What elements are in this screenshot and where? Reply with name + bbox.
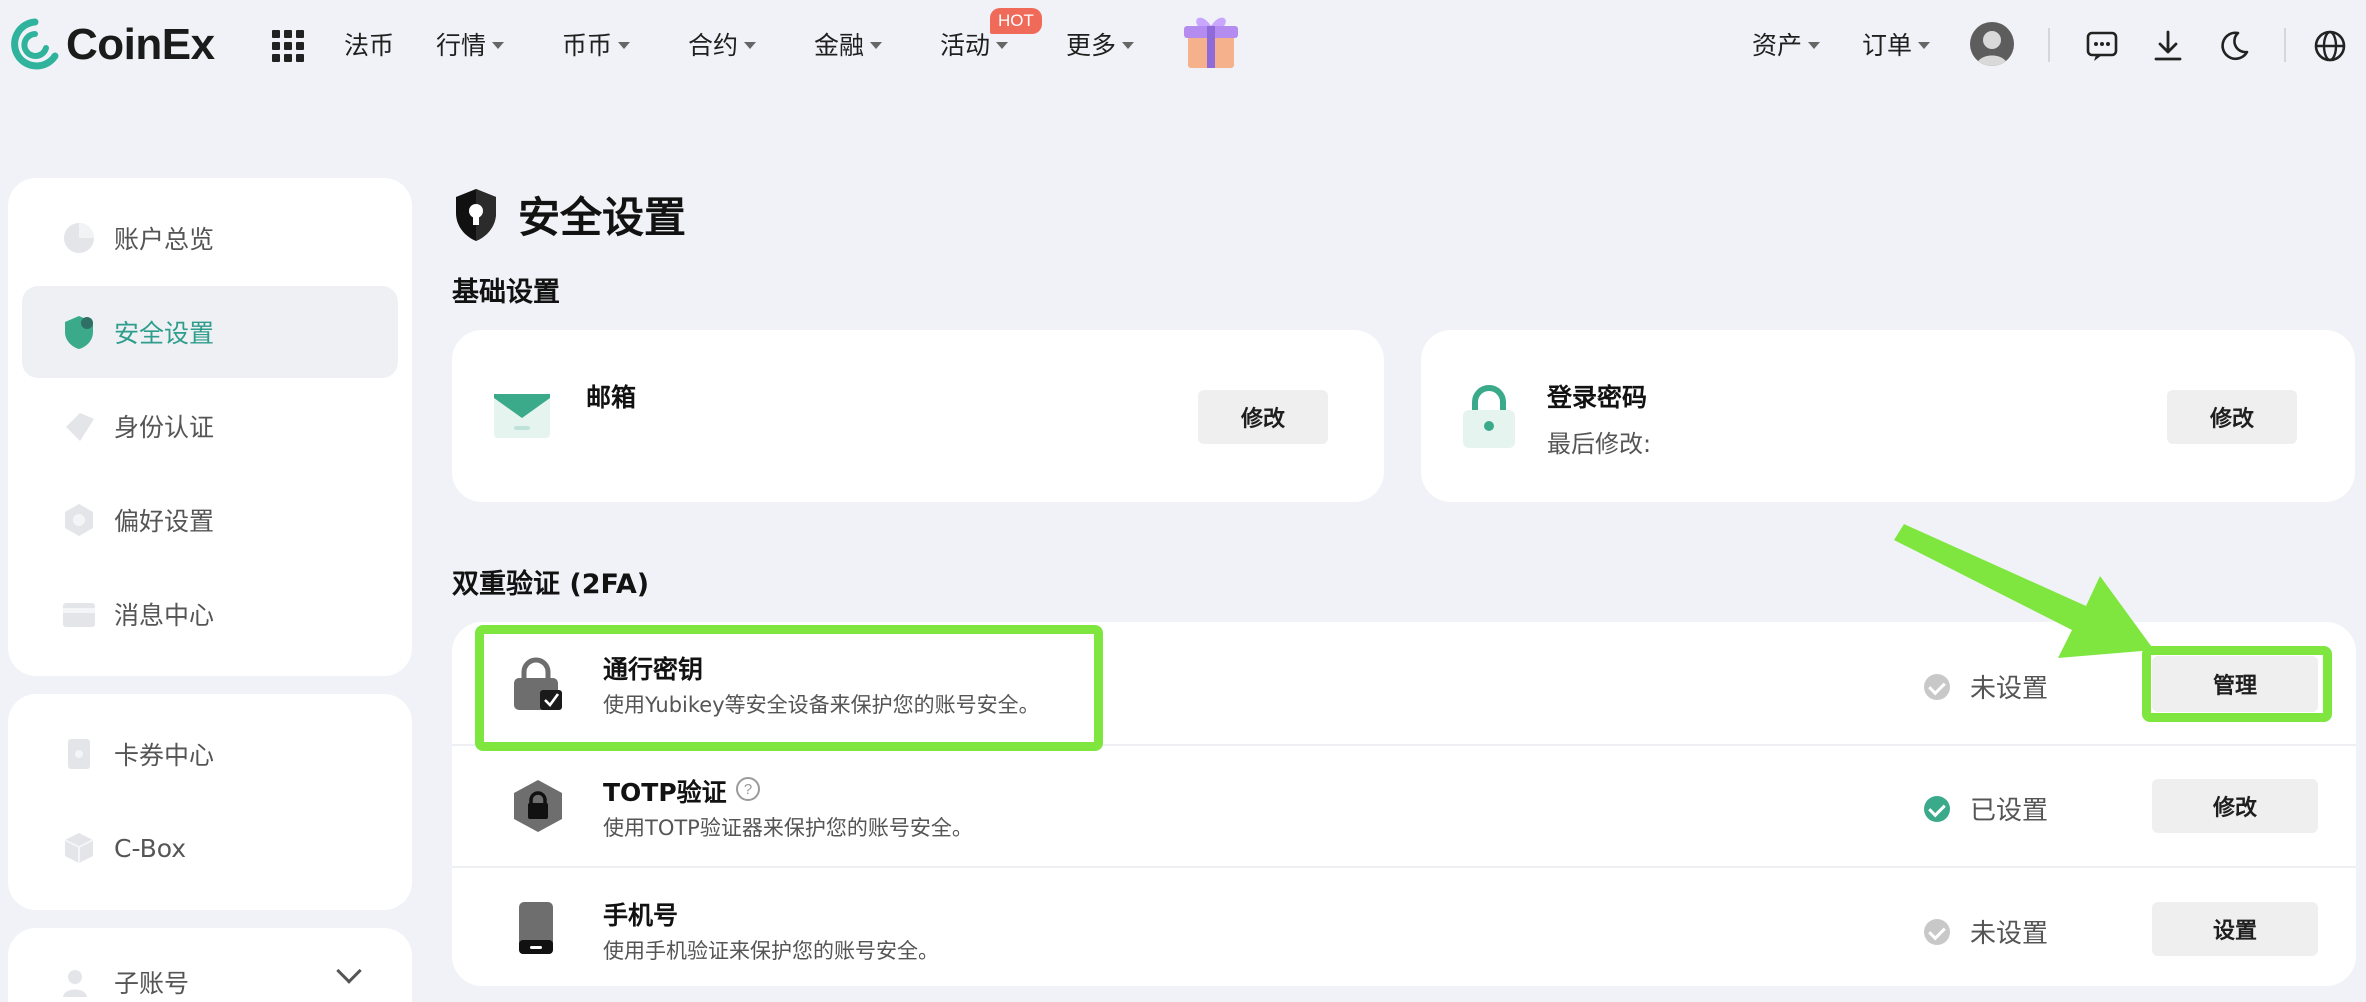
chevron-down-icon: [492, 42, 505, 49]
nav-divider: [2048, 28, 2050, 62]
chat-icon[interactable]: [2084, 28, 2120, 64]
user-avatar-icon: [1976, 31, 2008, 66]
page-title: 安全设置: [518, 193, 687, 242]
sidebar-item-overview[interactable]: 账户总览: [22, 192, 398, 284]
shield-lock-icon: [456, 188, 496, 241]
edit-totp-button[interactable]: 修改: [2152, 779, 2318, 833]
sidebar-item-preferences[interactable]: 偏好设置: [22, 474, 398, 566]
coinex-logo-icon: [11, 18, 59, 70]
totp-status: 已设置: [1924, 790, 2048, 827]
nav-fiat[interactable]: 法币: [344, 26, 394, 62]
sidebar-rewards-group: 卡券中心 C-Box: [8, 694, 412, 910]
coupon-icon: [68, 739, 90, 769]
chevron-down-icon: [870, 42, 883, 49]
sidebar-item-security[interactable]: 安全设置: [22, 286, 398, 378]
phone-description: 使用手机验证来保护您的账号安全。: [603, 939, 939, 963]
globe-icon[interactable]: [2312, 28, 2348, 64]
sidebar-item-identity[interactable]: 身份认证: [22, 380, 398, 472]
last-modified-label: 最后修改:: [1547, 430, 1652, 458]
message-card-icon: [63, 603, 95, 627]
sidebar-main-group: 账户总览 安全设置 身份认证 偏好设置 消息中心: [8, 178, 412, 676]
chevron-down-icon: [1122, 42, 1135, 49]
avatar[interactable]: [1970, 22, 2014, 66]
status-not-set-icon: [1924, 918, 1950, 945]
moon-icon[interactable]: [2216, 28, 2252, 64]
sub-account-icon: [63, 970, 87, 997]
chevron-down-icon[interactable]: [336, 958, 362, 984]
email-card: 邮箱 修改: [452, 330, 1384, 502]
sidebar-item-messages[interactable]: 消息中心: [22, 568, 398, 660]
brand-name: CoinEx: [66, 20, 215, 69]
login-password-label: 登录密码: [1547, 383, 1648, 412]
nav-futures[interactable]: 合约: [688, 26, 757, 62]
phone-title: 手机号: [603, 901, 679, 930]
set-phone-button[interactable]: 设置: [2152, 902, 2318, 956]
status-text: 未设置: [1970, 919, 2049, 949]
sidebar-item-coupons[interactable]: 卡券中心: [22, 708, 398, 800]
status-not-set-icon: [1924, 673, 1950, 700]
sidebar-item-label: 账户总览: [114, 225, 215, 254]
coinex-logo[interactable]: CoinEx: [10, 18, 215, 72]
status-text: 未设置: [1970, 674, 2049, 704]
sidebar-item-label: 偏好设置: [114, 507, 215, 536]
edit-email-button[interactable]: 修改: [1198, 390, 1328, 444]
nav-finance[interactable]: 金融: [814, 26, 883, 62]
nav-more[interactable]: 更多: [1066, 26, 1135, 62]
download-icon[interactable]: [2150, 28, 2186, 64]
login-password-card: 登录密码 最后修改: 修改: [1421, 330, 2355, 502]
pie-chart-icon: [64, 223, 94, 253]
nav-markets[interactable]: 行情: [436, 26, 505, 62]
totp-description: 使用TOTP验证器来保护您的账号安全。: [603, 816, 973, 840]
sidebar-subaccount-group: 子账号: [8, 928, 412, 1002]
row-divider: [452, 866, 2356, 868]
sidebar-item-label: 卡券中心: [114, 741, 215, 770]
totp-lock-icon: [514, 780, 562, 832]
sidebar-item-label: 子账号: [114, 969, 190, 998]
arrow-pointer-icon: [1894, 524, 2154, 658]
help-question-icon[interactable]: ?: [736, 777, 760, 801]
nav-divider: [2284, 28, 2286, 62]
box-icon: [64, 833, 94, 863]
id-tag-icon: [66, 413, 94, 441]
passkey-status: 未设置: [1924, 668, 2048, 705]
sidebar-item-cbox[interactable]: C-Box: [22, 802, 398, 894]
nav-assets[interactable]: 资产: [1752, 26, 1821, 62]
two-factor-heading: 双重验证 (2FA): [452, 569, 650, 600]
sidebar-item-label: 安全设置: [114, 319, 215, 348]
top-navbar: CoinEx 法币 行情 币币 合约 金融 活动 HOT 更多 资产 订单: [0, 0, 2366, 92]
phone-icon: [519, 902, 553, 954]
sidebar-item-label: 消息中心: [114, 601, 215, 630]
email-label: 邮箱: [586, 383, 637, 412]
sidebar-item-label: C-Box: [114, 833, 187, 863]
edit-password-button[interactable]: 修改: [2167, 390, 2297, 444]
lock-icon: [1463, 385, 1515, 448]
chevron-down-icon: [1918, 42, 1931, 49]
nav-spot[interactable]: 币币: [562, 26, 631, 62]
highlight-manage-button-box: [2142, 646, 2332, 722]
sidebar-item-subaccount[interactable]: 子账号: [22, 936, 398, 1002]
chevron-down-icon: [618, 42, 631, 49]
settings-hex-icon: [65, 504, 93, 536]
chevron-down-icon: [996, 42, 1009, 49]
totp-title: TOTP验证: [603, 778, 727, 807]
mail-icon: [494, 394, 550, 438]
highlight-passkey-box: [475, 625, 1103, 751]
sidebar-item-label: 身份认证: [114, 413, 215, 442]
status-text: 已设置: [1970, 796, 2049, 826]
apps-grid-icon[interactable]: [272, 30, 304, 62]
status-set-icon: [1924, 795, 1950, 822]
gift-icon[interactable]: [1180, 10, 1242, 72]
hot-badge: HOT: [990, 8, 1042, 34]
phone-status: 未设置: [1924, 913, 2048, 950]
basic-settings-heading: 基础设置: [452, 277, 560, 308]
chevron-down-icon: [744, 42, 757, 49]
shield-icon: [65, 316, 93, 349]
page-header: 安全设置: [452, 184, 686, 245]
nav-orders[interactable]: 订单: [1862, 26, 1931, 62]
chevron-down-icon: [1808, 42, 1821, 49]
